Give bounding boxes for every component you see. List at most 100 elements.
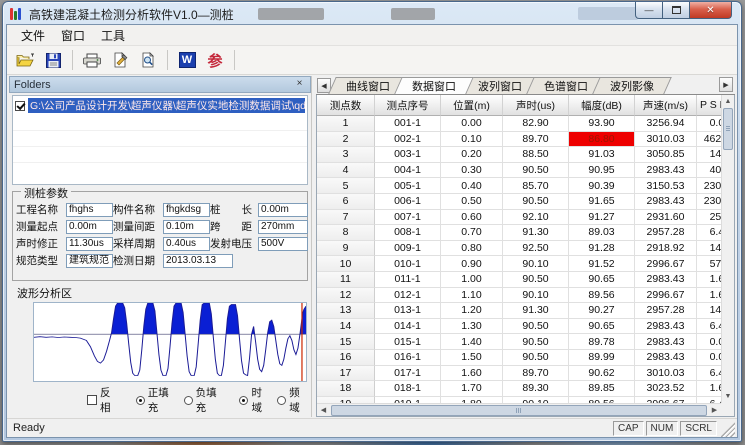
waveform-canvas[interactable] [33, 302, 307, 382]
hscroll-thumb[interactable] [331, 405, 707, 416]
tab-curve-window[interactable]: 曲线窗口 [332, 77, 404, 94]
table-row[interactable]: 11011-11.0090.5090.652983.431.60 [317, 272, 734, 288]
menu-item-tools[interactable]: 工具 [93, 25, 133, 46]
table-cell: 0.00 [441, 116, 503, 132]
table-cell: 2983.43 [635, 334, 697, 350]
table-cell: 92.50 [503, 241, 569, 257]
header-amplitude[interactable]: 幅度(dB) [569, 95, 635, 116]
redacted-text [391, 8, 435, 20]
table-cell: 3050.85 [635, 147, 697, 163]
header-point-count[interactable]: 测点数 [317, 95, 375, 116]
invert-checkbox[interactable]: 反相 [87, 385, 120, 415]
field-spec-type[interactable]: 建筑规范 [66, 254, 113, 268]
table-row[interactable]: 1001-10.0082.9093.903256.940.00 [317, 116, 734, 132]
header-point-id[interactable]: 测点序号 [375, 95, 441, 116]
toolbar-separator [234, 50, 235, 70]
tree-item[interactable]: G:\公司产品设计开发\超声仪器\超声仪实地检测数据调试\qd\qd03\qd0… [13, 96, 307, 115]
field-pile-length[interactable]: 0.00m [258, 203, 308, 217]
vertical-scrollbar[interactable]: ▲ ▼ [721, 95, 734, 403]
table-row[interactable]: 6006-10.5090.5091.652983.43230.4 [317, 194, 734, 210]
table-row[interactable]: 9009-10.8092.5091.282918.9214.4 [317, 241, 734, 257]
table-cell: 90.50 [503, 334, 569, 350]
menu-item-file[interactable]: 文件 [13, 25, 53, 46]
tab-data-window[interactable]: 数据窗口 [398, 77, 470, 94]
field-sample-period[interactable]: 0.40us [163, 237, 210, 251]
table-cell: 4 [317, 163, 375, 179]
scroll-down-icon[interactable]: ▼ [722, 390, 734, 403]
field-component-name[interactable]: fhgkdsg [163, 203, 210, 217]
table-cell: 005-1 [375, 178, 441, 194]
redacted-text [258, 8, 324, 20]
table-cell: 14 [317, 319, 375, 335]
print-preview-button[interactable] [136, 48, 160, 72]
table-row[interactable]: 2002-10.1089.7086.803010.03462.4 [317, 132, 734, 148]
app-icon [10, 6, 25, 20]
field-project-name[interactable]: fhghs [66, 203, 113, 217]
header-sound-time[interactable]: 声时(us) [503, 95, 569, 116]
scroll-right-icon[interactable]: ▶ [708, 404, 721, 417]
scroll-up-icon[interactable]: ▲ [722, 95, 734, 108]
table-row[interactable]: 5005-10.4085.7090.393150.53230.4 [317, 178, 734, 194]
resize-grip[interactable] [721, 422, 735, 437]
table-row[interactable]: 12012-11.1090.1089.562996.671.60 [317, 288, 734, 304]
table-row[interactable]: 3003-10.2088.5091.033050.8514.4 [317, 147, 734, 163]
fill-positive-radio[interactable]: 正填充 [136, 385, 178, 415]
time-domain-radio[interactable]: 时域 [239, 385, 271, 415]
table-row[interactable]: 10010-10.9090.1091.522996.6757.6 [317, 256, 734, 272]
scroll-left-icon[interactable]: ◀ [317, 404, 330, 417]
save-button[interactable] [41, 48, 65, 72]
field-voltage[interactable]: 500V [258, 237, 308, 251]
table-cell: 3256.94 [635, 116, 697, 132]
field-measure-interval[interactable]: 0.10m [163, 220, 210, 234]
table-cell: 86.80 [569, 132, 635, 148]
table-row[interactable]: 16016-11.5090.5089.992983.430.00 [317, 350, 734, 366]
client-area: 文件 窗口 工具 [6, 24, 738, 438]
titlebar[interactable]: 高铁建混凝土检测分析软件V1.0—测桩 — ✕ [3, 2, 741, 24]
checkbox-checked-icon[interactable] [15, 101, 25, 111]
open-button[interactable] [13, 48, 37, 72]
field-test-date[interactable]: 2013.03.13 [163, 254, 233, 268]
maximize-button[interactable] [663, 2, 690, 19]
close-button[interactable]: ✕ [690, 2, 732, 19]
word-export-button[interactable]: W [175, 48, 199, 72]
field-project-name-label: 工程名称 [16, 202, 66, 217]
fill-negative-radio[interactable]: 负填充 [184, 385, 226, 415]
panel-close-icon[interactable]: × [293, 78, 306, 91]
tab-scroll-right-icon[interactable]: ▶ [719, 77, 733, 92]
menu-item-window[interactable]: 窗口 [53, 25, 93, 46]
table-row[interactable]: 14014-11.3090.5090.652983.436.40 [317, 319, 734, 335]
table-row[interactable]: 17017-11.6089.7090.623010.036.40 [317, 366, 734, 382]
freq-domain-radio[interactable]: 频域 [277, 385, 309, 415]
horizontal-scrollbar[interactable]: ◀ ▶ [317, 403, 721, 416]
table-cell: 88.50 [503, 147, 569, 163]
tab-wavetrain-image[interactable]: 波列影像 [596, 77, 668, 94]
table-cell: 91.30 [503, 303, 569, 319]
table-row[interactable]: 13013-11.2091.3090.272957.2814.4 [317, 303, 734, 319]
vscroll-thumb[interactable] [723, 108, 733, 150]
table-cell: 011-1 [375, 272, 441, 288]
field-sample-period-label: 采样周期 [113, 236, 163, 251]
tab-spectrum-window[interactable]: 色谱窗口 [530, 77, 602, 94]
table-cell: 90.50 [503, 350, 569, 366]
header-position[interactable]: 位置(m) [441, 95, 503, 116]
print-setup-button[interactable] [108, 48, 132, 72]
tab-wavetrain-window[interactable]: 波列窗口 [464, 77, 536, 94]
field-measure-start[interactable]: 0.00m [66, 220, 113, 234]
table-cell: 0.10 [441, 132, 503, 148]
table-row[interactable]: 7007-10.6092.1091.272931.6025.6 [317, 210, 734, 226]
table-cell: 2983.43 [635, 272, 697, 288]
data-table: 测点数 测点序号 位置(m) 声时(us) 幅度(dB) 声速(m/s) P S… [316, 95, 735, 417]
table-row[interactable]: 18018-11.7089.3089.853023.521.60 [317, 381, 734, 397]
table-row[interactable]: 4004-10.3090.5090.952983.4340.0 [317, 163, 734, 179]
field-sound-correction[interactable]: 11.30us [66, 237, 113, 251]
field-test-date-label: 检测日期 [113, 253, 163, 268]
table-cell: 90.95 [569, 163, 635, 179]
minimize-button[interactable]: — [635, 2, 663, 19]
table-row[interactable]: 15015-11.4090.5089.782983.430.00 [317, 334, 734, 350]
parameter-button[interactable]: 参 [203, 48, 227, 72]
header-velocity[interactable]: 声速(m/s) [635, 95, 697, 116]
field-span[interactable]: 270mm [258, 220, 308, 234]
print-button[interactable] [80, 48, 104, 72]
table-row[interactable]: 8008-10.7091.3089.032957.286.40 [317, 225, 734, 241]
table-cell: 009-1 [375, 241, 441, 257]
